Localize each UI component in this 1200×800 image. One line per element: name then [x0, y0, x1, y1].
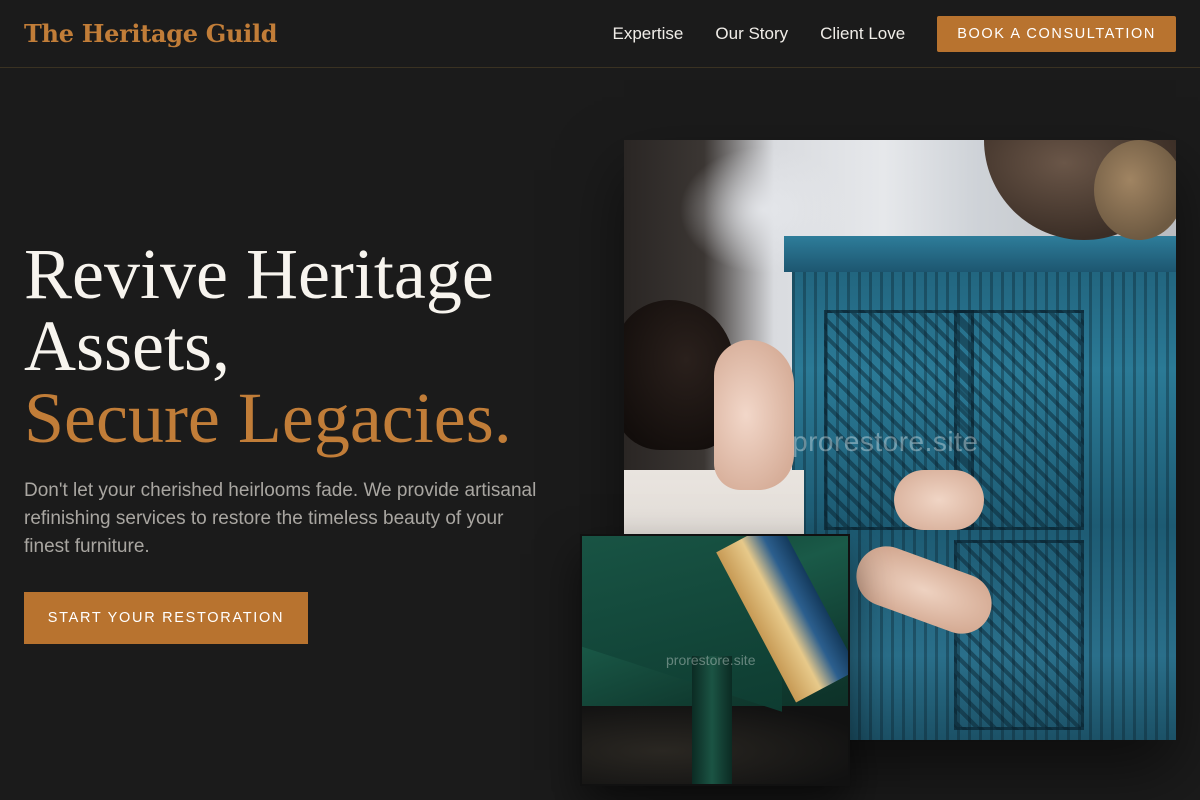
- hero-title-line-1: Revive Heritage: [24, 234, 494, 314]
- top-navigation: The Heritage Guild Expertise Our Story C…: [0, 0, 1200, 68]
- pottery-vase: [1094, 140, 1176, 240]
- hero-inset-image: prorestore.site: [580, 534, 850, 786]
- hero-title-accent: Secure Legacies.: [24, 378, 512, 458]
- book-consultation-button[interactable]: BOOK A CONSULTATION: [937, 15, 1176, 52]
- image-watermark: prorestore.site: [792, 426, 979, 457]
- hero-subtitle: Don't let your cherished heirlooms fade.…: [24, 480, 537, 557]
- nav-link-our-story[interactable]: Our Story: [715, 24, 788, 44]
- nav-link-expertise[interactable]: Expertise: [613, 24, 684, 44]
- cabinet-panel-lower: [954, 540, 1084, 730]
- hero-title-line-2: Assets,: [24, 306, 231, 386]
- inset-table-leg: [692, 656, 732, 784]
- child-face: [714, 340, 794, 490]
- brand-logo[interactable]: The Heritage Guild: [24, 19, 278, 48]
- inset-watermark: prorestore.site: [666, 652, 756, 668]
- start-restoration-button[interactable]: START YOUR RESTORATION: [24, 592, 308, 644]
- child-hand: [894, 470, 984, 530]
- cabinet-top: [784, 236, 1176, 272]
- nav-links: Expertise Our Story Client Love BOOK A C…: [581, 15, 1176, 52]
- hero-title: Revive Heritage Assets, Secure Legacies.: [24, 238, 584, 454]
- nav-link-client-love[interactable]: Client Love: [820, 24, 905, 44]
